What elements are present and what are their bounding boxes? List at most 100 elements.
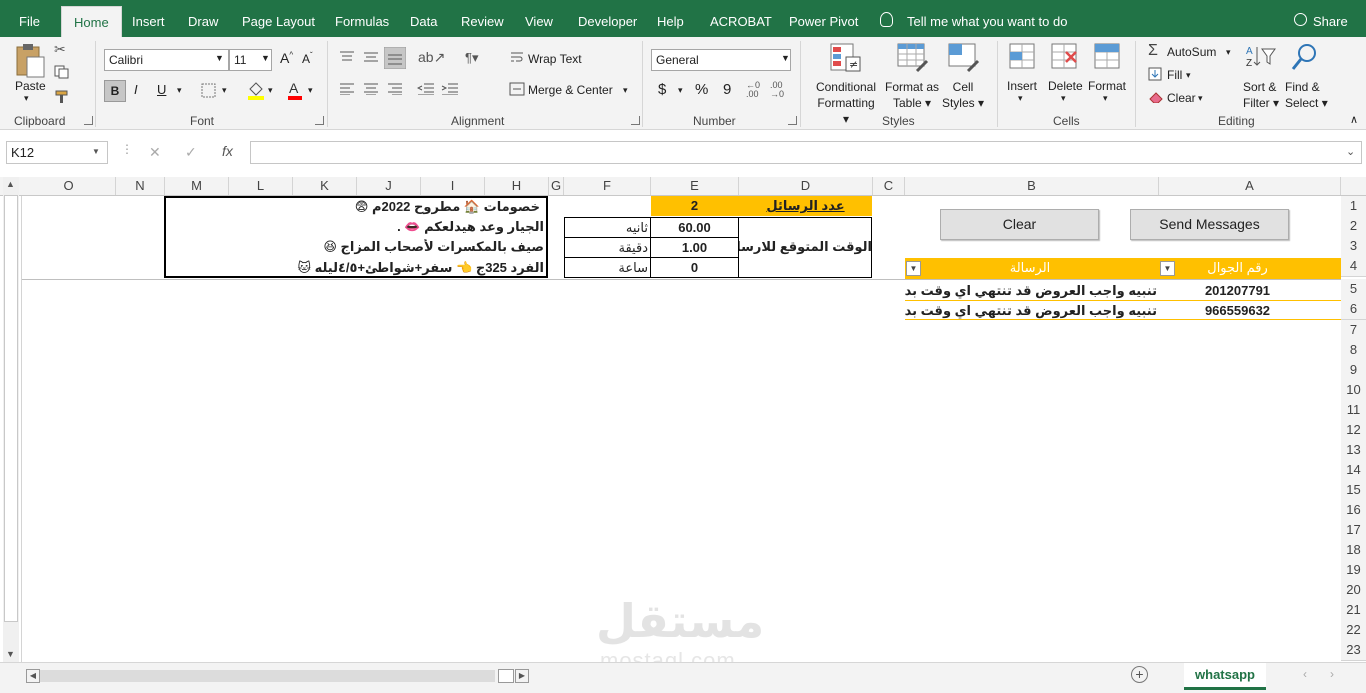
conditional-formatting-icon[interactable]: ≠ bbox=[830, 41, 862, 73]
chevron-down-icon[interactable]: ▼ bbox=[215, 53, 224, 63]
messages-count-label[interactable]: عدد الرسائل bbox=[739, 198, 872, 214]
expand-formula-icon[interactable]: ⌄ bbox=[1346, 145, 1355, 158]
increase-font-icon[interactable]: A^ bbox=[280, 50, 293, 66]
tab-draw[interactable]: Draw bbox=[188, 0, 218, 37]
row-header[interactable]: 7 bbox=[1341, 320, 1366, 341]
chevron-down-icon[interactable]: ▼ bbox=[261, 53, 270, 63]
col-header-B[interactable]: B bbox=[905, 177, 1159, 195]
fill-button[interactable]: Fill bbox=[1167, 68, 1182, 82]
delete-button[interactable]: Delete bbox=[1048, 79, 1083, 93]
expected-time-label[interactable]: الوقت المتوقع للارسال bbox=[739, 239, 872, 255]
align-right-icon[interactable] bbox=[387, 83, 403, 95]
paste-button[interactable]: Paste bbox=[15, 79, 46, 93]
sort-filter-button[interactable]: Sort & Filter ▾ bbox=[1243, 79, 1279, 111]
row-header[interactable]: 8 bbox=[1341, 340, 1366, 361]
cell-styles-icon[interactable] bbox=[948, 41, 980, 73]
insert-function-icon[interactable]: fx bbox=[222, 143, 233, 159]
merge-center-button[interactable]: Merge & Center bbox=[528, 83, 613, 97]
cell-styles-button[interactable]: Cell Styles ▾ bbox=[940, 79, 986, 111]
filter-dropdown-icon[interactable]: ▼ bbox=[1160, 261, 1175, 276]
chevron-down-icon[interactable]: ▼ bbox=[92, 147, 100, 156]
row-header[interactable]: 3 bbox=[1341, 236, 1366, 257]
row-header[interactable]: 13 bbox=[1341, 440, 1366, 461]
text-direction-icon[interactable]: ¶▾ bbox=[465, 50, 479, 66]
clipboard-launcher[interactable] bbox=[84, 116, 93, 125]
wrap-text-icon[interactable] bbox=[510, 51, 524, 65]
row-header[interactable]: 6 bbox=[1341, 299, 1366, 320]
format-button[interactable]: Format bbox=[1088, 79, 1126, 93]
col-header-F[interactable]: F bbox=[564, 177, 651, 195]
tab-help[interactable]: Help bbox=[657, 0, 684, 37]
tab-scroll-left-icon[interactable]: ‹ bbox=[1303, 667, 1307, 681]
tab-acrobat[interactable]: ACROBAT bbox=[710, 0, 772, 37]
send-messages-button[interactable]: Send Messages bbox=[1130, 209, 1289, 240]
select-all-corner[interactable] bbox=[1341, 177, 1366, 195]
tab-insert[interactable]: Insert bbox=[132, 0, 165, 37]
wrap-text-button[interactable]: Wrap Text bbox=[528, 52, 582, 66]
scroll-right-icon[interactable]: ▶ bbox=[515, 669, 529, 683]
tab-scroll-right-icon[interactable]: › bbox=[1330, 667, 1334, 681]
col-header-L[interactable]: L bbox=[229, 177, 293, 195]
col-header-D[interactable]: D bbox=[739, 177, 873, 195]
autosum-icon[interactable]: Σ bbox=[1148, 42, 1158, 60]
copy-icon[interactable] bbox=[54, 65, 70, 79]
filter-dropdown-icon[interactable]: ▼ bbox=[906, 261, 921, 276]
tab-review[interactable]: Review bbox=[461, 0, 504, 37]
row-header[interactable]: 10 bbox=[1341, 380, 1366, 401]
increase-indent-icon[interactable] bbox=[441, 83, 459, 95]
clear-messages-button[interactable]: Clear bbox=[940, 209, 1099, 240]
minutes-value[interactable]: 1.00 bbox=[651, 240, 738, 255]
align-middle-icon[interactable] bbox=[363, 51, 379, 63]
format-painter-icon[interactable] bbox=[54, 89, 70, 103]
alignment-launcher[interactable] bbox=[631, 116, 640, 125]
enter-icon[interactable]: ✓ bbox=[185, 144, 197, 161]
chevron-down-icon[interactable]: ▼ bbox=[781, 53, 790, 63]
row-header[interactable]: 1 bbox=[1341, 196, 1366, 217]
autosum-button[interactable]: AutoSum bbox=[1167, 45, 1216, 59]
table-row-phone[interactable]: 966559632 bbox=[1175, 303, 1300, 318]
col-header-J[interactable]: J bbox=[357, 177, 421, 195]
message-textbox[interactable]: خصومات 🏠 مطروح 2022م 😨 الجيار وعد هيدلعك… bbox=[164, 196, 548, 278]
row-header[interactable]: 17 bbox=[1341, 520, 1366, 541]
underline-button[interactable]: U bbox=[157, 82, 166, 97]
cut-icon[interactable]: ✂ bbox=[54, 41, 66, 58]
row-header[interactable]: 23 bbox=[1341, 640, 1366, 661]
insert-cells-icon[interactable] bbox=[1008, 41, 1038, 73]
number-launcher[interactable] bbox=[788, 116, 797, 125]
insert-button[interactable]: Insert bbox=[1007, 79, 1037, 93]
row-header[interactable]: 19 bbox=[1341, 560, 1366, 581]
fill-color-icon[interactable] bbox=[247, 80, 265, 100]
table-row-message[interactable]: تنبيه واجب العروض قد تنتهي اي وقت بدون ا… bbox=[905, 283, 1157, 299]
eraser-icon[interactable] bbox=[1148, 91, 1164, 103]
row-header[interactable]: 5 bbox=[1341, 279, 1366, 300]
sheet-tab-whatsapp[interactable]: whatsapp bbox=[1184, 663, 1266, 690]
find-select-button[interactable]: Find & Select ▾ bbox=[1285, 79, 1328, 111]
collapse-ribbon-icon[interactable]: ∧ bbox=[1350, 113, 1358, 126]
format-cells-icon[interactable] bbox=[1093, 41, 1123, 73]
borders-icon[interactable] bbox=[201, 83, 217, 99]
align-center-icon[interactable] bbox=[363, 83, 379, 95]
seconds-label[interactable]: ثانيه bbox=[570, 220, 648, 236]
percent-button[interactable]: % bbox=[695, 81, 708, 98]
col-header-K[interactable]: K bbox=[293, 177, 357, 195]
row-header[interactable]: 9 bbox=[1341, 360, 1366, 381]
row-header[interactable]: 4 bbox=[1341, 256, 1366, 277]
clear-button[interactable]: Clear bbox=[1167, 91, 1196, 105]
col-header-N[interactable]: N bbox=[116, 177, 165, 195]
align-bottom-icon[interactable] bbox=[384, 47, 406, 69]
comma-button[interactable]: 9 bbox=[723, 81, 731, 98]
row-header[interactable]: 18 bbox=[1341, 540, 1366, 561]
delete-cells-icon[interactable] bbox=[1050, 41, 1080, 73]
row-header[interactable]: 22 bbox=[1341, 620, 1366, 641]
scroll-up-icon[interactable]: ▲ bbox=[6, 179, 15, 189]
sort-filter-icon[interactable]: AZ bbox=[1245, 43, 1277, 73]
row-header[interactable]: 11 bbox=[1341, 400, 1366, 421]
font-name-box[interactable]: Calibri bbox=[104, 49, 229, 71]
col-header-E[interactable]: E bbox=[651, 177, 739, 195]
table-row-message[interactable]: تنبيه واجب العروض قد تنتهي اي وقت بدون ا… bbox=[905, 303, 1157, 319]
number-format-box[interactable]: General bbox=[651, 49, 791, 71]
tab-formulas[interactable]: Formulas bbox=[335, 0, 389, 37]
share-button[interactable]: Share bbox=[1313, 0, 1348, 37]
col-header-G[interactable]: G bbox=[549, 177, 564, 195]
tab-view[interactable]: View bbox=[525, 0, 553, 37]
